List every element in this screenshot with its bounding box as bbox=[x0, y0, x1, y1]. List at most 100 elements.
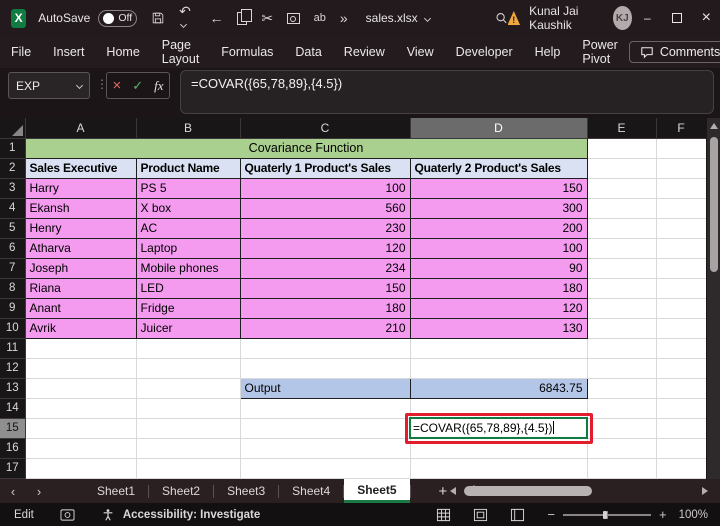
select-all-corner[interactable] bbox=[0, 118, 25, 138]
scroll-right-icon[interactable] bbox=[702, 487, 708, 495]
zoom-in-icon[interactable]: + bbox=[659, 507, 667, 522]
cell-E15[interactable] bbox=[587, 418, 656, 438]
cell-D9[interactable]: 120 bbox=[410, 298, 587, 318]
cell-D8[interactable]: 180 bbox=[410, 278, 587, 298]
row-header-10[interactable]: 10 bbox=[0, 318, 25, 338]
row-header-9[interactable]: 9 bbox=[0, 298, 25, 318]
column-header-C[interactable]: C bbox=[240, 118, 410, 138]
column-header-D[interactable]: D bbox=[410, 118, 587, 138]
cell-F16[interactable] bbox=[656, 438, 706, 458]
cell-A4[interactable]: Ekansh bbox=[25, 198, 136, 218]
horizontal-scrollbar[interactable] bbox=[450, 484, 708, 498]
paste-picture-icon[interactable] bbox=[287, 13, 300, 24]
cell-F10[interactable] bbox=[656, 318, 706, 338]
cell-F3[interactable] bbox=[656, 178, 706, 198]
cell-B3[interactable]: PS 5 bbox=[136, 178, 240, 198]
page-layout-view-icon[interactable] bbox=[473, 508, 488, 522]
sheet-tab-sheet1[interactable]: Sheet1 bbox=[84, 479, 148, 503]
cell-E14[interactable] bbox=[587, 398, 656, 418]
column-header-B[interactable]: B bbox=[136, 118, 240, 138]
cell-F9[interactable] bbox=[656, 298, 706, 318]
autosave-toggle[interactable]: Off bbox=[98, 10, 137, 27]
sheet-prev-icon[interactable]: ‹ bbox=[0, 484, 26, 499]
row-header-11[interactable]: 11 bbox=[0, 338, 25, 358]
scroll-left-icon[interactable] bbox=[450, 487, 456, 495]
accessibility-icon[interactable] bbox=[101, 508, 115, 522]
cell-D7[interactable]: 90 bbox=[410, 258, 587, 278]
cell-F15[interactable] bbox=[656, 418, 706, 438]
cell-F8[interactable] bbox=[656, 278, 706, 298]
sheet-tab-sheet5[interactable]: Sheet5 bbox=[344, 479, 409, 503]
cell-E4[interactable] bbox=[587, 198, 656, 218]
cell-F2[interactable] bbox=[656, 158, 706, 178]
cell-D6[interactable]: 100 bbox=[410, 238, 587, 258]
cell-B11[interactable] bbox=[136, 338, 240, 358]
row-header-3[interactable]: 3 bbox=[0, 178, 25, 198]
menu-item-help[interactable]: Help bbox=[524, 45, 572, 59]
zoom-out-icon[interactable]: − bbox=[547, 507, 555, 522]
cell-E5[interactable] bbox=[587, 218, 656, 238]
normal-view-icon[interactable] bbox=[436, 508, 451, 522]
vertical-scrollbar[interactable] bbox=[706, 118, 720, 479]
close-button[interactable]: × bbox=[693, 0, 720, 36]
cell-B7[interactable]: Mobile phones bbox=[136, 258, 240, 278]
column-header-A[interactable]: A bbox=[25, 118, 136, 138]
search-icon[interactable] bbox=[495, 10, 508, 26]
add-sheet-button[interactable]: + bbox=[439, 483, 448, 500]
menu-item-power-pivot[interactable]: Power Pivot bbox=[571, 38, 628, 66]
avatar[interactable]: KJ bbox=[613, 6, 632, 30]
menu-item-developer[interactable]: Developer bbox=[445, 45, 524, 59]
cell-C9[interactable]: 180 bbox=[240, 298, 410, 318]
column-header-F[interactable]: F bbox=[656, 118, 706, 138]
cell-B9[interactable]: Fridge bbox=[136, 298, 240, 318]
cell-F12[interactable] bbox=[656, 358, 706, 378]
cell-E6[interactable] bbox=[587, 238, 656, 258]
cell-C14[interactable] bbox=[240, 398, 410, 418]
sheet-tab-sheet3[interactable]: Sheet3 bbox=[214, 479, 278, 503]
cell-C11[interactable] bbox=[240, 338, 410, 358]
cell-F7[interactable] bbox=[656, 258, 706, 278]
menu-item-view[interactable]: View bbox=[396, 45, 445, 59]
cut-icon[interactable]: ✂ bbox=[261, 11, 273, 25]
back-arrow-icon[interactable]: ← bbox=[209, 11, 223, 25]
cell-C8[interactable]: 150 bbox=[240, 278, 410, 298]
cell-C5[interactable]: 230 bbox=[240, 218, 410, 238]
cell-A6[interactable]: Atharva bbox=[25, 238, 136, 258]
cell-C17[interactable] bbox=[240, 458, 410, 478]
cell-B5[interactable]: AC bbox=[136, 218, 240, 238]
menu-item-formulas[interactable]: Formulas bbox=[210, 45, 284, 59]
cell-F14[interactable] bbox=[656, 398, 706, 418]
accessibility-status[interactable]: Accessibility: Investigate bbox=[123, 509, 260, 521]
cell-B6[interactable]: Laptop bbox=[136, 238, 240, 258]
cell-C3[interactable]: 100 bbox=[240, 178, 410, 198]
menu-item-data[interactable]: Data bbox=[284, 45, 332, 59]
menu-item-insert[interactable]: Insert bbox=[42, 45, 95, 59]
cell-F6[interactable] bbox=[656, 238, 706, 258]
cell-D17[interactable] bbox=[410, 458, 587, 478]
cell-D5[interactable]: 200 bbox=[410, 218, 587, 238]
cell-D10[interactable]: 130 bbox=[410, 318, 587, 338]
cell-B14[interactable] bbox=[136, 398, 240, 418]
page-break-preview-icon[interactable] bbox=[510, 508, 525, 522]
cell-C7[interactable]: 234 bbox=[240, 258, 410, 278]
row-header-12[interactable]: 12 bbox=[0, 358, 25, 378]
menu-item-file[interactable]: File bbox=[0, 45, 42, 59]
cell-A3[interactable]: Harry bbox=[25, 178, 136, 198]
cell-A2[interactable]: Sales Executive bbox=[25, 158, 136, 178]
minimize-button[interactable]: – bbox=[634, 0, 661, 36]
cell-B13[interactable] bbox=[136, 378, 240, 398]
document-title[interactable]: sales.xlsx bbox=[366, 11, 430, 25]
cell-E17[interactable] bbox=[587, 458, 656, 478]
save-icon[interactable] bbox=[151, 10, 165, 26]
insert-function-icon[interactable]: fx bbox=[154, 78, 163, 94]
menu-item-page-layout[interactable]: Page Layout bbox=[151, 38, 211, 66]
cell-A9[interactable]: Anant bbox=[25, 298, 136, 318]
menu-item-home[interactable]: Home bbox=[95, 45, 150, 59]
cell-F4[interactable] bbox=[656, 198, 706, 218]
maximize-button[interactable] bbox=[663, 0, 690, 36]
cell-A8[interactable]: Riana bbox=[25, 278, 136, 298]
row-header-2[interactable]: 2 bbox=[0, 158, 25, 178]
scroll-up-icon[interactable] bbox=[710, 123, 718, 129]
translate-icon[interactable]: ab bbox=[314, 12, 326, 24]
cell-B10[interactable]: Juicer bbox=[136, 318, 240, 338]
